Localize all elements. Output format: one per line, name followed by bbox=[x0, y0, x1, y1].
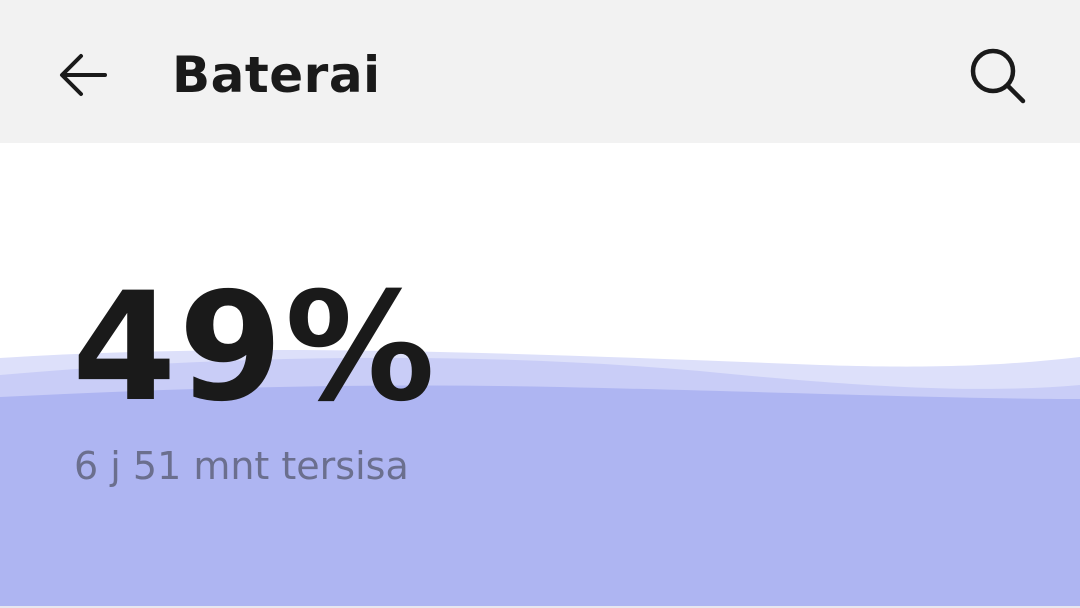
arrow-left-icon bbox=[60, 54, 107, 96]
page-title: Baterai bbox=[172, 46, 381, 104]
time-remaining-label: 6 j 51 mnt tersisa bbox=[74, 444, 409, 488]
search-icon bbox=[970, 48, 1026, 104]
search-button[interactable] bbox=[960, 38, 1034, 112]
battery-level-panel: 49% 6 j 51 mnt tersisa bbox=[0, 143, 1080, 608]
back-button[interactable] bbox=[48, 40, 118, 110]
battery-percentage: 49% bbox=[72, 261, 438, 435]
app-bar: Baterai bbox=[0, 0, 1080, 143]
